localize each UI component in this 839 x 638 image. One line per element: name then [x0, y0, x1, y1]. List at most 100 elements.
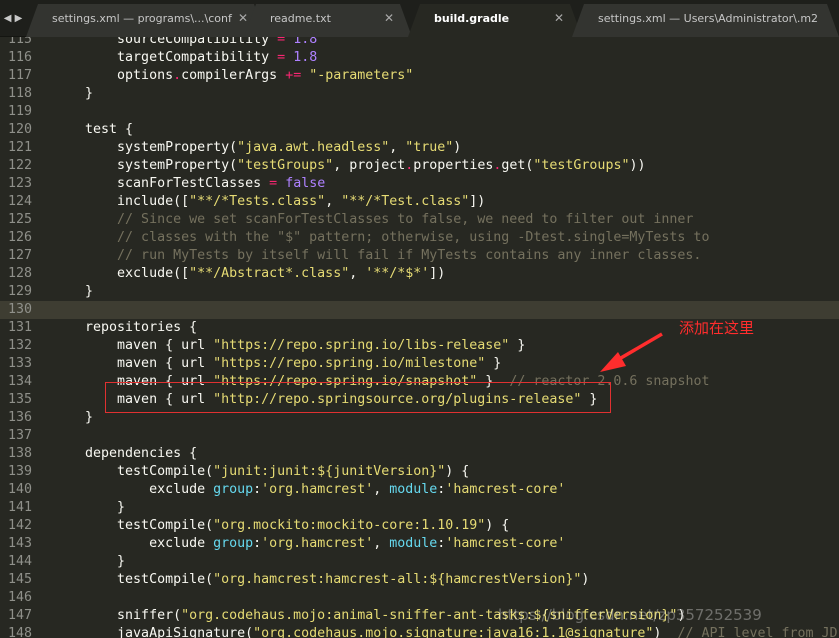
code-line[interactable]: 141 } — [0, 499, 839, 517]
code-line[interactable]: 128 exclude(["**/Abstract*.class", '**/*… — [0, 265, 839, 283]
code-line[interactable]: 139 testCompile("junit:junit:${junitVers… — [0, 463, 839, 481]
close-icon[interactable]: ✕ — [384, 4, 394, 33]
code-token: "**/Abstract*.class" — [189, 266, 350, 281]
close-icon[interactable]: ✕ — [554, 4, 564, 33]
code-line[interactable]: 125 // Since we set scanForTestClasses t… — [0, 211, 839, 229]
code-text: targetCompatibility = 1.8 — [53, 49, 317, 67]
line-number: 134 — [7, 374, 32, 389]
code-token: ) — [653, 626, 678, 638]
code-token: exclude([ — [53, 266, 190, 281]
code-line[interactable]: 122 systemProperty("testGroups", project… — [0, 157, 839, 175]
code-line[interactable]: 126 // classes with the "$" pattern; oth… — [0, 229, 839, 247]
code-line[interactable]: 133 maven { url "https://repo.spring.io/… — [0, 355, 839, 373]
line-number: 122 — [7, 158, 32, 173]
code-token: } — [53, 500, 126, 515]
tab-nav-arrows[interactable]: ◀ ▶ — [0, 0, 26, 37]
code-token: group — [213, 536, 254, 551]
code-token: , — [373, 536, 390, 551]
line-number: 130 — [7, 302, 32, 317]
code-line[interactable]: 117 options.compilerArgs += "-parameters… — [0, 67, 839, 85]
code-token: repositories { — [53, 320, 198, 335]
code-token: scanForTestClasses — [53, 176, 270, 191]
code-token: "**/*Test.class" — [341, 194, 470, 209]
code-line[interactable]: 121 systemProperty("java.awt.headless", … — [0, 139, 839, 157]
code-token: "org.mockito:mockito-core:1.10.19" — [213, 518, 486, 533]
code-token: "https://repo.spring.io/libs-release" — [213, 338, 510, 353]
line-number: 145 — [7, 572, 32, 587]
tab-settings-xml-m2[interactable]: settings.xml — Users\Administrator\.m2 — [572, 4, 839, 37]
code-line[interactable]: 119 — [0, 103, 839, 121]
code-token: // API level from JD — [677, 626, 838, 638]
tab-readme-txt[interactable]: readme.txt ✕ — [244, 4, 412, 37]
tab-build-gradle[interactable]: build.gradle ✕ — [408, 4, 582, 37]
highlight-box — [105, 382, 611, 413]
code-token: } — [53, 86, 94, 101]
code-line[interactable]: 118 } — [0, 85, 839, 103]
line-number: 119 — [7, 104, 32, 119]
code-text: exclude(["**/Abstract*.class", '**/*$*']… — [53, 265, 445, 283]
code-line[interactable]: 123 scanForTestClasses = false — [0, 175, 839, 193]
code-line[interactable]: 144 } — [0, 553, 839, 571]
code-line[interactable]: 143 exclude group:'org.hamcrest', module… — [0, 535, 839, 553]
code-token: properties — [413, 158, 494, 173]
code-token: } — [53, 554, 126, 569]
code-line[interactable]: 137 — [0, 427, 839, 445]
code-text: scanForTestClasses = false — [53, 175, 325, 193]
line-number: 143 — [7, 536, 32, 551]
code-line[interactable]: 148 javaApiSignature("org.codehaus.mojo.… — [0, 625, 839, 638]
line-number: 140 — [7, 482, 32, 497]
code-token: , project — [333, 158, 406, 173]
code-token: maven { url — [53, 338, 214, 353]
code-line[interactable]: 116 targetCompatibility = 1.8 — [0, 49, 839, 67]
code-token: ) { — [485, 518, 510, 533]
code-line[interactable]: 115 sourceCompatibility = 1.8 — [0, 37, 839, 49]
code-token: compilerArgs — [181, 68, 286, 83]
code-line[interactable]: 127 // run MyTests by itself will fail i… — [0, 247, 839, 265]
code-line[interactable]: 142 testCompile("org.mockito:mockito-cor… — [0, 517, 839, 535]
code-text: } — [53, 409, 93, 427]
line-number: 132 — [7, 338, 32, 353]
code-text: } — [53, 499, 125, 517]
code-line[interactable]: 146 — [0, 589, 839, 607]
code-token: testCompile( — [53, 464, 214, 479]
tab-bar: ◀ ▶ settings.xml — programs\...\conf ✕ r… — [0, 0, 839, 37]
line-number: 147 — [7, 608, 32, 623]
line-number: 123 — [7, 176, 32, 191]
code-token: , — [325, 194, 342, 209]
code-text: repositories { — [53, 319, 197, 337]
code-text: testCompile("org.hamcrest:hamcrest-all:$… — [53, 571, 589, 589]
line-number: 125 — [7, 212, 32, 227]
code-token: = — [277, 50, 286, 65]
code-text: maven { url "https://repo.spring.io/mile… — [53, 355, 501, 373]
code-token: "-parameters" — [309, 68, 414, 83]
code-token: 'org.hamcrest' — [261, 482, 374, 497]
code-line[interactable]: 138 dependencies { — [0, 445, 839, 463]
tab-settings-xml-conf[interactable]: settings.xml — programs\...\conf ✕ — [26, 4, 266, 37]
code-token: : — [253, 482, 262, 497]
code-token: "true" — [405, 140, 454, 155]
tab-label: readme.txt — [270, 12, 331, 25]
tab-label: build.gradle — [434, 12, 510, 25]
code-line[interactable]: 124 include(["**/*Tests.class", "**/*Tes… — [0, 193, 839, 211]
code-line[interactable]: 120 test { — [0, 121, 839, 139]
code-token: 'hamcrest-core' — [445, 482, 566, 497]
code-token: dependencies { — [53, 446, 198, 461]
code-token: ]) — [469, 194, 486, 209]
code-text: systemProperty("java.awt.headless", "tru… — [53, 139, 461, 157]
line-number: 117 — [7, 68, 32, 83]
code-text: exclude group:'org.hamcrest', module:'ha… — [53, 481, 565, 499]
code-line[interactable]: 145 testCompile("org.hamcrest:hamcrest-a… — [0, 571, 839, 589]
code-token: 'hamcrest-core' — [445, 536, 566, 551]
line-number: 115 — [7, 37, 32, 47]
code-line[interactable]: 132 maven { url "https://repo.spring.io/… — [0, 337, 839, 355]
line-number: 137 — [7, 428, 32, 443]
code-text: systemProperty("testGroups", project.pro… — [53, 157, 645, 175]
code-line[interactable]: 129 } — [0, 283, 839, 301]
code-line[interactable]: 140 exclude group:'org.hamcrest', module… — [0, 481, 839, 499]
code-token: exclude — [53, 536, 214, 551]
code-token: "junit:junit:${junitVersion}" — [213, 464, 446, 479]
line-number: 138 — [7, 446, 32, 461]
line-number: 135 — [7, 392, 32, 407]
code-text: options.compilerArgs += "-parameters" — [53, 67, 413, 85]
